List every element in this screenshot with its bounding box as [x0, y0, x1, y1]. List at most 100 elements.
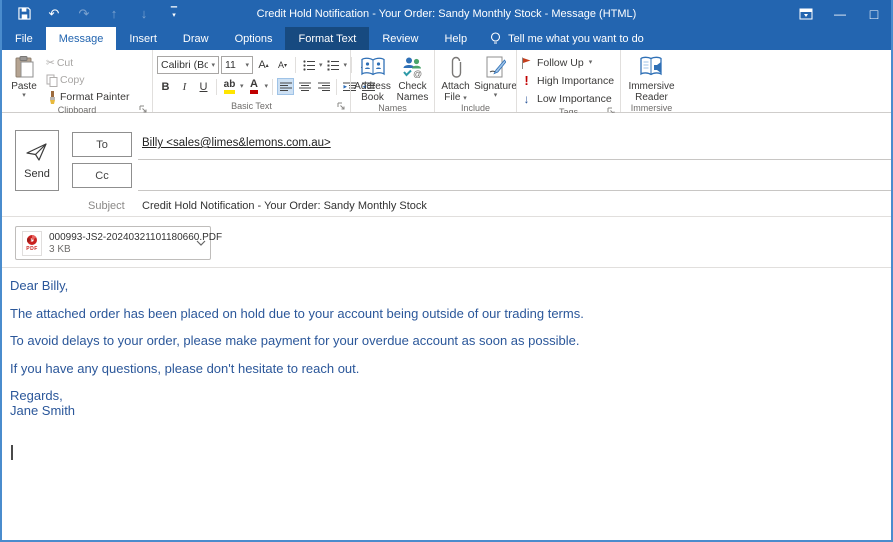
bold-button[interactable]: B [157, 78, 174, 95]
attachment-card[interactable]: PDF 000993-JS2-20240321101180660.PDF 3 K… [15, 226, 211, 260]
ribbon-group-clipboard: Paste ▾ ✂ Cut Copy [2, 50, 152, 112]
text-cursor [11, 445, 13, 460]
tell-me-box[interactable]: Tell me what you want to do [480, 27, 654, 50]
cut-label: Cut [57, 57, 73, 69]
immersive-reader-button[interactable]: Immersive Reader [628, 52, 674, 103]
font-size-select[interactable]: 11 ▾ [221, 56, 253, 74]
attachment-size: 3 KB [49, 244, 189, 255]
follow-up-label: Follow Up [537, 57, 584, 69]
to-button[interactable]: To [72, 132, 132, 157]
high-importance-button[interactable]: ! High Importance [521, 72, 614, 89]
body-paragraph: To avoid delays to your order, please ma… [10, 333, 881, 348]
tab-message[interactable]: Message [46, 27, 117, 50]
attachment-options-chevron-icon[interactable] [196, 240, 206, 246]
shrink-font-button[interactable]: A▾ [274, 57, 291, 74]
tab-format-text[interactable]: Format Text [285, 27, 369, 50]
underline-icon: U [200, 81, 208, 93]
bullets-dropdown-icon[interactable]: ▾ [319, 62, 323, 69]
ribbon-tab-row: File Message Insert Draw Options Format … [2, 27, 891, 50]
align-right-button[interactable] [315, 78, 332, 95]
paste-button[interactable]: Paste ▾ [6, 52, 42, 99]
tab-file[interactable]: File [2, 27, 46, 50]
ribbon-group-names: Address Book @ Check Names Names [350, 50, 434, 112]
check-names-icon: @ [401, 55, 425, 79]
subject-label: Subject [88, 200, 125, 212]
highlight-dropdown-icon[interactable]: ▾ [240, 83, 244, 90]
cut-button: ✂ Cut [46, 55, 129, 71]
numbering-dropdown-icon[interactable]: ▾ [344, 62, 348, 69]
low-importance-label: Low Importance [537, 93, 612, 105]
window-controls: — □ [789, 0, 891, 27]
minimize-button[interactable]: — [823, 0, 857, 27]
paperclip-icon [450, 55, 462, 79]
save-icon[interactable] [16, 6, 32, 22]
attach-file-button[interactable]: Attach File ▾ [438, 52, 474, 103]
high-importance-icon: ! [521, 73, 532, 88]
highlight-button[interactable]: ab [221, 78, 238, 95]
italic-icon: I [183, 81, 187, 93]
align-center-button[interactable] [296, 78, 313, 95]
italic-button[interactable]: I [176, 78, 193, 95]
check-names-label-2: Names [397, 92, 429, 103]
previous-item-icon: ↑ [106, 6, 122, 22]
clipboard-dialog-launcher-icon[interactable] [139, 105, 147, 113]
signature-dropdown-icon: ▾ [494, 92, 498, 99]
font-name-select[interactable]: Calibri (Bod ▾ [157, 56, 219, 74]
copy-label: Copy [60, 74, 85, 86]
font-name-value: Calibri (Bod [161, 59, 208, 71]
paste-dropdown-icon[interactable]: ▾ [22, 92, 26, 99]
follow-up-button[interactable]: Follow Up ▾ [521, 54, 614, 71]
tab-help[interactable]: Help [431, 27, 480, 50]
numbering-button[interactable] [325, 57, 342, 74]
signature-button[interactable]: Signature ▾ [478, 52, 514, 99]
copy-button: Copy [46, 72, 129, 88]
font-color-button[interactable]: A [246, 78, 263, 95]
align-left-button[interactable] [277, 78, 294, 95]
bold-icon: B [162, 81, 170, 93]
to-recipient-value[interactable]: Billy <sales@limes&lemons.com.au> [142, 137, 331, 149]
font-size-value: 11 [225, 59, 242, 71]
customize-qat-icon[interactable]: ▔▾ [166, 6, 182, 22]
address-book-icon [361, 55, 385, 79]
scissors-icon: ✂ [46, 57, 55, 69]
tab-options[interactable]: Options [222, 27, 286, 50]
attachment-filename: 000993-JS2-20240321101180660.PDF [49, 232, 189, 243]
body-paragraph: Jane Smith [10, 403, 881, 418]
paste-icon [15, 55, 34, 79]
low-importance-icon: ↓ [521, 92, 532, 106]
outlook-message-window: ↶ ↷ ↑ ↓ ▔▾ Credit Hold Notification - Yo… [0, 0, 893, 542]
copy-icon [46, 74, 58, 87]
to-label: To [96, 139, 108, 151]
tab-review[interactable]: Review [369, 27, 431, 50]
font-color-dropdown-icon[interactable]: ▾ [265, 83, 269, 90]
attachment-area: PDF 000993-JS2-20240321101180660.PDF 3 K… [2, 217, 891, 267]
address-book-label-2: Book [361, 92, 384, 103]
maximize-button[interactable]: □ [857, 0, 891, 27]
attach-file-label-2: File [444, 92, 460, 103]
to-field[interactable] [138, 159, 891, 160]
format-painter-button[interactable]: Format Painter [46, 89, 129, 105]
body-paragraph: Dear Billy, [10, 278, 881, 293]
send-label: Send [24, 168, 50, 180]
underline-button[interactable]: U [195, 78, 212, 95]
undo-icon[interactable]: ↶ [46, 6, 62, 22]
cc-button[interactable]: Cc [72, 163, 132, 188]
address-book-button[interactable]: Address Book [355, 52, 391, 103]
highlight-icon: ab [224, 80, 236, 94]
cc-field[interactable] [138, 190, 891, 191]
check-names-button[interactable]: @ Check Names [395, 52, 431, 103]
ribbon-display-options-icon[interactable] [789, 0, 823, 27]
subject-field[interactable]: Credit Hold Notification - Your Order: S… [142, 200, 427, 212]
send-icon [25, 142, 49, 162]
grow-font-button[interactable]: A▴ [255, 57, 272, 74]
send-button[interactable]: Send [15, 130, 59, 191]
bullets-button[interactable] [300, 57, 317, 74]
immersive-group-label: Immersive [631, 103, 673, 113]
immersive-reader-label-1: Immersive [628, 81, 674, 92]
message-body-editor[interactable]: Dear Billy, The attached order has been … [2, 268, 891, 494]
tab-draw[interactable]: Draw [170, 27, 222, 50]
low-importance-button[interactable]: ↓ Low Importance [521, 90, 614, 107]
tab-insert[interactable]: Insert [116, 27, 170, 50]
immersive-reader-label-2: Reader [635, 92, 668, 103]
basic-text-dialog-launcher-icon[interactable] [337, 102, 345, 110]
